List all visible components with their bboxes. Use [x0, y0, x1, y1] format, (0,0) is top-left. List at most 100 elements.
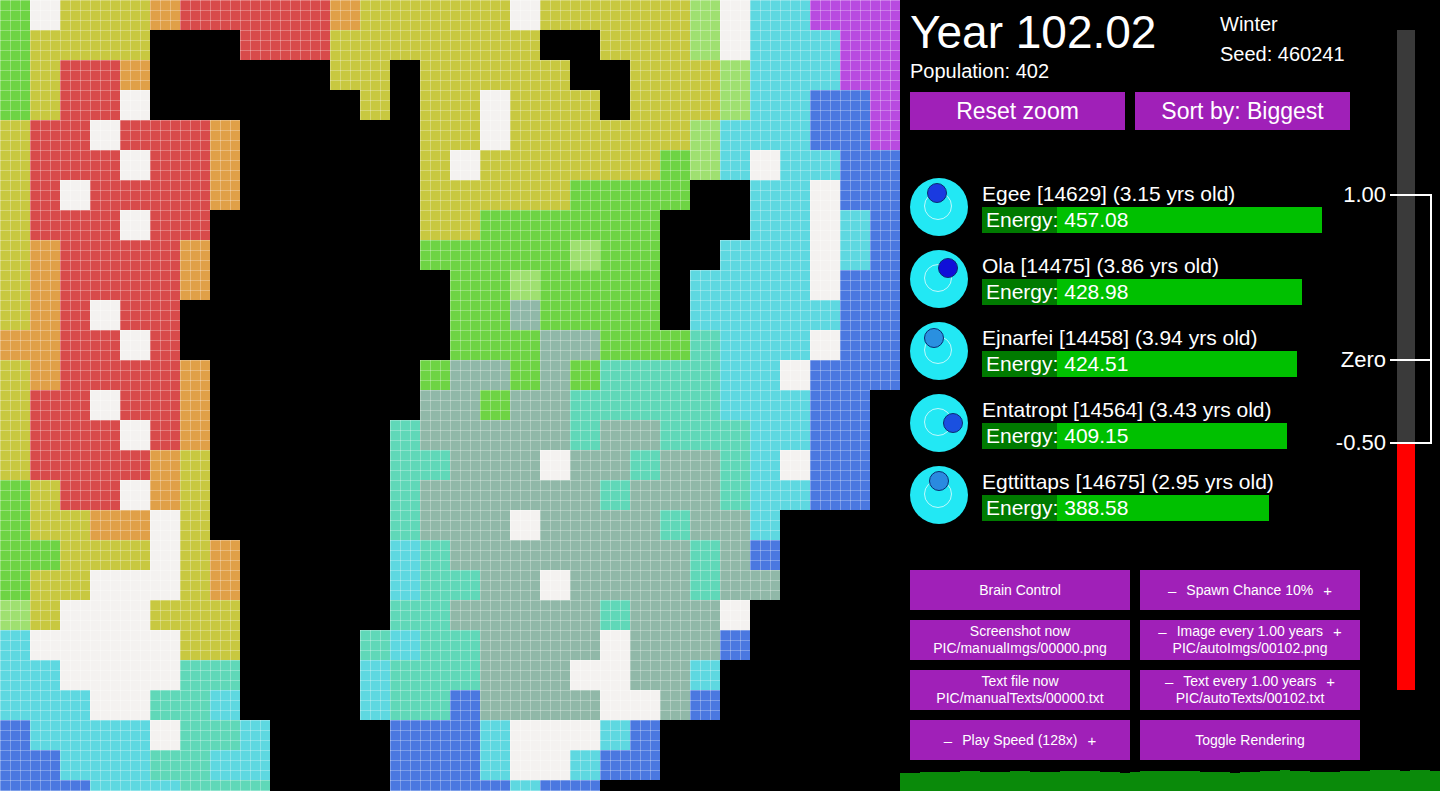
- map-tile: [690, 540, 720, 570]
- control-button[interactable]: Brain Control: [910, 570, 1130, 610]
- map-tile: [120, 150, 150, 180]
- map-tile: [150, 420, 180, 450]
- control-button[interactable]: –Spawn Chance 10%+: [1140, 570, 1360, 610]
- map-tile: [480, 90, 510, 120]
- map-tile: [600, 390, 630, 420]
- graph-bar: [1410, 770, 1420, 791]
- map-tile: [810, 60, 840, 90]
- map-tile: [690, 90, 720, 120]
- map-tile: [30, 540, 60, 570]
- control-button[interactable]: –Image every 1.00 years+PIC/autoImgs/001…: [1140, 620, 1360, 660]
- control-button[interactable]: –Play Speed (128x)+: [910, 720, 1130, 760]
- map-tile: [660, 330, 690, 360]
- map-tile: [840, 600, 870, 630]
- map-tile: [720, 240, 750, 270]
- map-tile: [210, 660, 240, 690]
- map-tile: [810, 480, 840, 510]
- top-button[interactable]: Sort by: Biggest: [1135, 92, 1350, 130]
- map-tile: [600, 690, 630, 720]
- map-tile: [810, 420, 840, 450]
- map-tile: [720, 570, 750, 600]
- graph-bar: [1430, 771, 1440, 791]
- map-tile: [330, 690, 360, 720]
- increase-button[interactable]: +: [1333, 623, 1342, 640]
- top-button[interactable]: Reset zoom: [910, 92, 1125, 130]
- world-map[interactable]: [0, 0, 900, 791]
- map-tile: [150, 600, 180, 630]
- map-tile: [510, 240, 540, 270]
- map-tile: [780, 360, 810, 390]
- map-tile: [330, 390, 360, 420]
- increase-button[interactable]: +: [1326, 673, 1335, 690]
- map-tile: [840, 660, 870, 690]
- creature-entry[interactable]: Egee [14629] (3.15 yrs old)Energy: 457.0…: [910, 178, 1350, 236]
- map-tile: [120, 300, 150, 330]
- map-tile: [150, 180, 180, 210]
- map-tile: [330, 30, 360, 60]
- map-tile: [270, 510, 300, 540]
- map-tile: [660, 690, 690, 720]
- creature-entry[interactable]: Egttittaps [14675] (2.95 yrs old)Energy:…: [910, 466, 1350, 524]
- decrease-button[interactable]: –: [1168, 582, 1176, 599]
- map-tile: [420, 690, 450, 720]
- map-tile: [390, 0, 420, 30]
- map-tile: [90, 720, 120, 750]
- map-tile: [330, 210, 360, 240]
- map-tile: [720, 450, 750, 480]
- map-tile: [600, 90, 630, 120]
- map-tile: [330, 510, 360, 540]
- gauge-tick-label: Zero: [1339, 346, 1388, 374]
- map-tile: [450, 660, 480, 690]
- map-tile: [630, 390, 660, 420]
- map-tile: [600, 180, 630, 210]
- map-tile: [240, 210, 270, 240]
- creature-entry[interactable]: Ejnarfei [14458] (3.94 yrs old)Energy: 4…: [910, 322, 1350, 380]
- map-tile: [570, 330, 600, 360]
- map-tile: [180, 630, 210, 660]
- brain-gauge[interactable]: 1.00Zero-0.50: [1360, 0, 1440, 770]
- map-tile: [210, 420, 240, 450]
- map-tile: [270, 630, 300, 660]
- map-tile: [660, 510, 690, 540]
- map-tile: [390, 30, 420, 60]
- decrease-button[interactable]: –: [1165, 673, 1173, 690]
- control-button[interactable]: –Text every 1.00 years+PIC/autoTexts/001…: [1140, 670, 1360, 710]
- increase-button[interactable]: +: [1323, 582, 1332, 599]
- map-tile: [270, 690, 300, 720]
- map-tile: [810, 210, 840, 240]
- map-tile: [0, 540, 30, 570]
- creature-eye-icon: [929, 471, 949, 491]
- map-tile: [300, 480, 330, 510]
- decrease-button[interactable]: –: [944, 732, 952, 749]
- map-tile: [690, 420, 720, 450]
- map-tile: [510, 30, 540, 60]
- map-tile: [30, 180, 60, 210]
- map-tile: [240, 780, 270, 791]
- map-tile: [330, 420, 360, 450]
- creature-entry[interactable]: Ola [14475] (3.86 yrs old)Energy: 428.98: [910, 250, 1350, 308]
- map-tile: [450, 120, 480, 150]
- map-tile: [360, 510, 390, 540]
- map-tile: [480, 0, 510, 30]
- increase-button[interactable]: +: [1087, 732, 1096, 749]
- map-tile: [60, 60, 90, 90]
- map-tile: [750, 660, 780, 690]
- map-tile: [660, 120, 690, 150]
- map-tile: [630, 450, 660, 480]
- map-tile: [180, 270, 210, 300]
- map-tile: [240, 240, 270, 270]
- map-tile: [810, 750, 840, 780]
- graph-bar: [980, 772, 990, 791]
- graph-bar: [970, 771, 980, 791]
- control-button[interactable]: Screenshot nowPIC/manualImgs/00000.png: [910, 620, 1130, 660]
- map-tile: [330, 330, 360, 360]
- graph-bar: [1070, 771, 1080, 791]
- creature-name: Egttittaps [14675] (2.95 yrs old): [982, 469, 1342, 495]
- map-tile: [780, 480, 810, 510]
- decrease-button[interactable]: –: [1158, 623, 1166, 640]
- map-tile: [90, 600, 120, 630]
- creature-entry[interactable]: Entatropt [14564] (3.43 yrs old)Energy: …: [910, 394, 1350, 452]
- control-button[interactable]: Text file nowPIC/manualTexts/00000.txt: [910, 670, 1130, 710]
- map-tile: [630, 600, 660, 630]
- control-button[interactable]: Toggle Rendering: [1140, 720, 1360, 760]
